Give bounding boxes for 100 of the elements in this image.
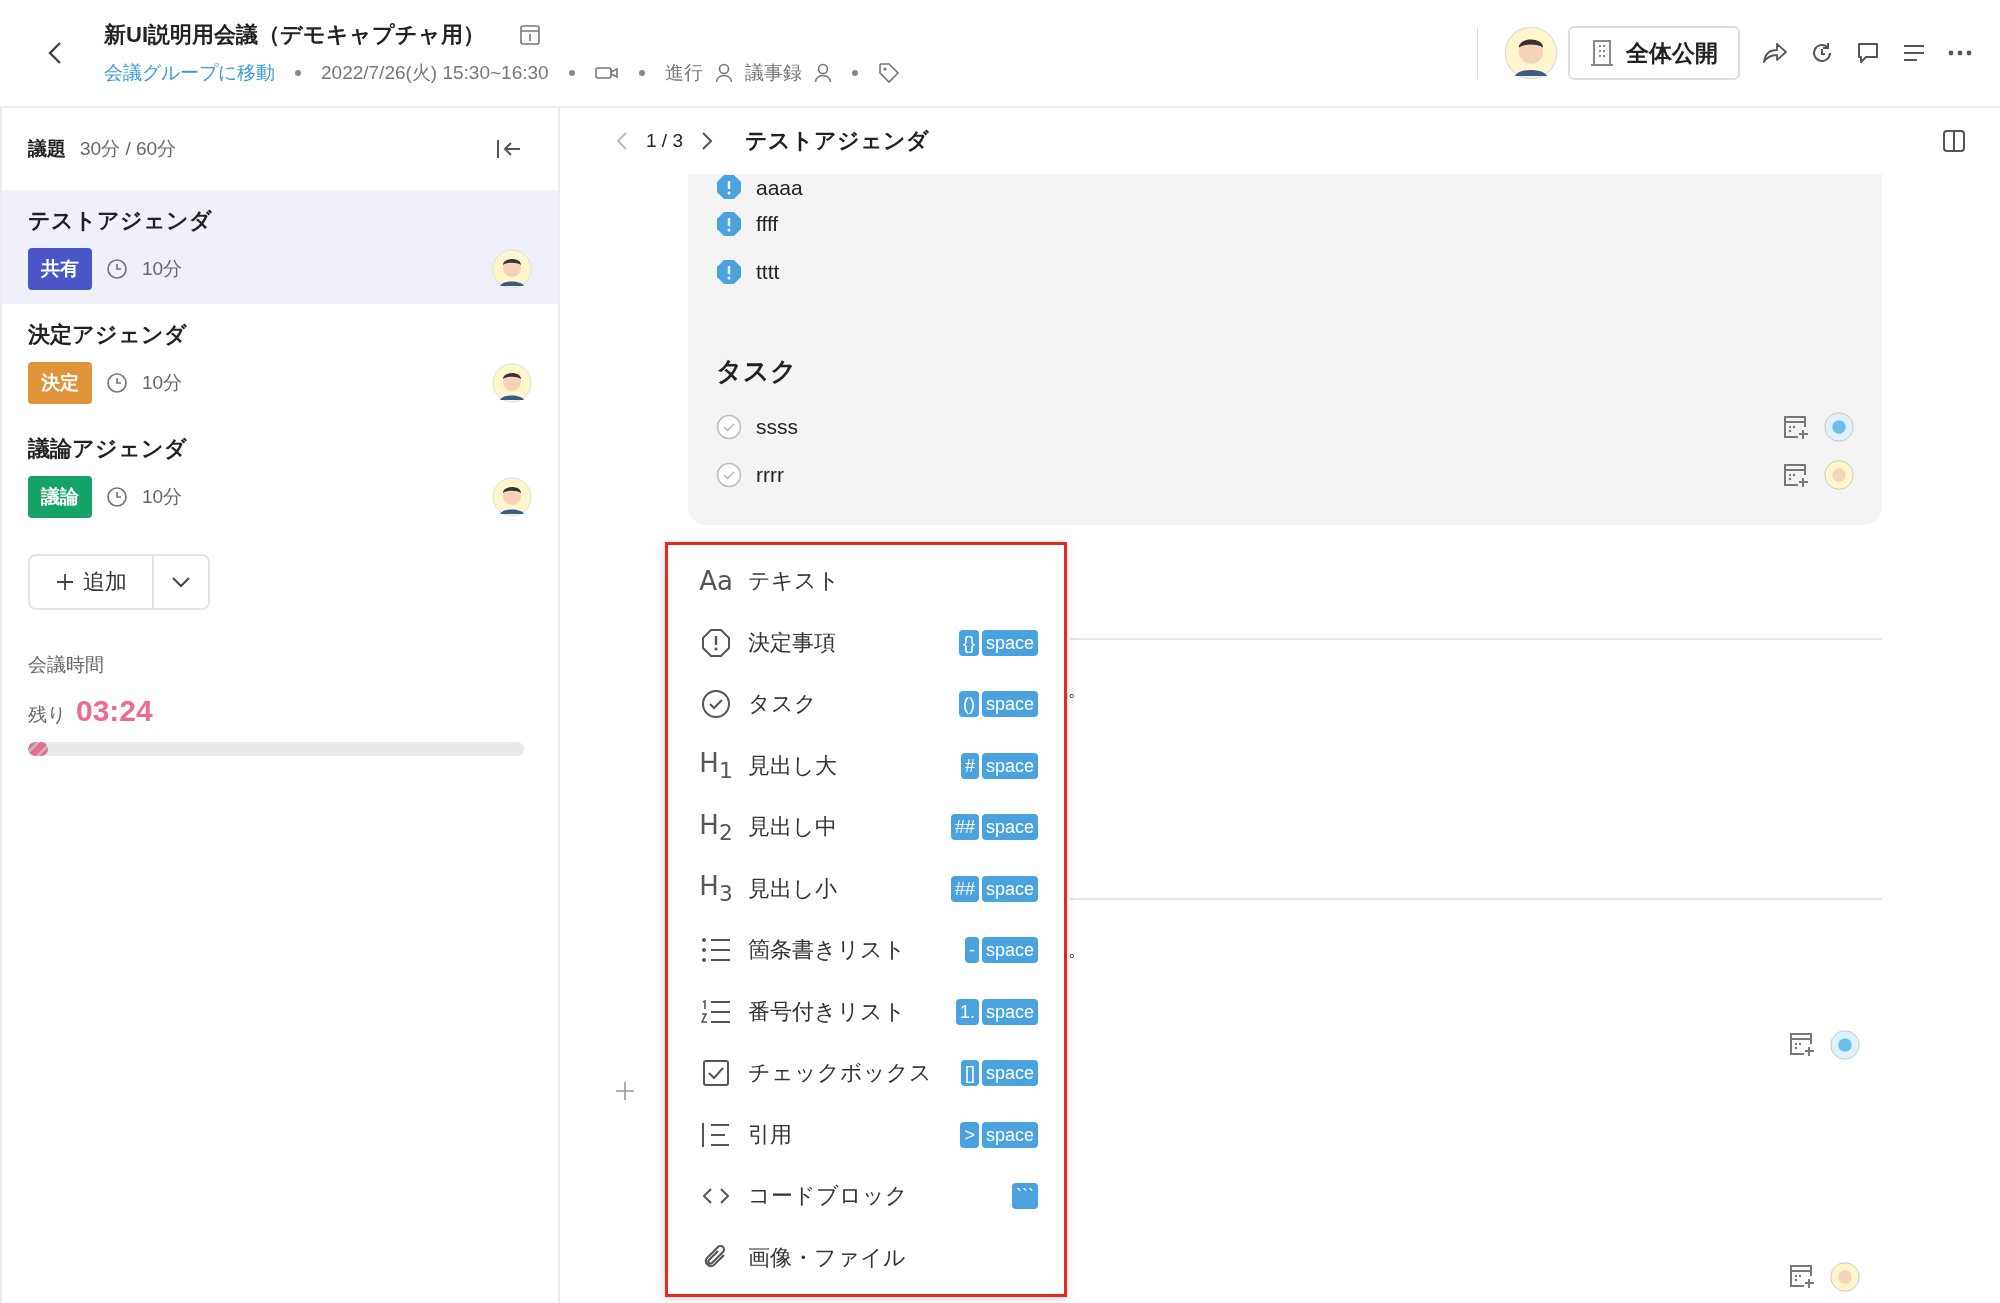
menu-item[interactable]: タスク () space — [698, 676, 1038, 733]
visibility-button[interactable]: 全体公開 — [1568, 26, 1740, 80]
menu-item[interactable]: コードブロック ``` — [698, 1168, 1038, 1225]
avatar — [492, 363, 532, 403]
task-check-icon[interactable] — [716, 414, 742, 440]
task-text: ssss — [756, 415, 798, 439]
menu-item[interactable]: 引用 > space — [698, 1106, 1038, 1163]
decision-text: ffff — [756, 212, 779, 236]
history-icon[interactable] — [1810, 41, 1834, 65]
person-icon[interactable] — [813, 63, 832, 83]
decision-icon — [716, 211, 742, 237]
decision-icon — [701, 627, 731, 658]
agenda-duration: 10分 — [142, 371, 183, 395]
menu-item[interactable]: H$_{2}$ 見出し中 ## space — [698, 799, 1038, 856]
agenda-title: テストアジェンダ — [745, 127, 929, 155]
clock-icon — [106, 372, 128, 394]
agenda-tag: 決定 — [28, 362, 92, 404]
shortcut-key: space — [981, 752, 1038, 779]
menu-item[interactable]: 画像・ファイル — [698, 1229, 1038, 1286]
facilitator-label: 進行 — [664, 61, 703, 85]
next-icon[interactable] — [701, 131, 713, 151]
text-fragment: 。 — [1068, 679, 1087, 702]
menu-item[interactable]: H$_{1}$ 見出し大 # space — [698, 737, 1038, 794]
shortcut-key: () — [958, 691, 979, 718]
meeting-time-label: 会議時間 — [28, 653, 105, 677]
shortcut-key: space — [981, 998, 1038, 1025]
share-icon[interactable] — [1762, 41, 1788, 65]
menu-item[interactable]: 番号付きリスト 1. space — [698, 983, 1038, 1040]
more-icon[interactable] — [1948, 50, 1972, 56]
remaining-label: 残り — [28, 703, 66, 727]
calendar-add-icon[interactable] — [1782, 413, 1810, 441]
tag-icon[interactable] — [877, 62, 900, 84]
avatar — [1824, 460, 1854, 490]
shortcut-key: ## — [950, 814, 979, 841]
menu-item[interactable]: H$_{3}$ 見出し小 ## space — [698, 860, 1038, 917]
agenda-duration: 10分 — [142, 485, 183, 509]
menu-icon[interactable] — [1902, 43, 1926, 63]
shortcut-key: ``` — [1012, 1183, 1038, 1210]
shortcut-key: > — [960, 1121, 979, 1148]
shortcut-key: space — [981, 1121, 1038, 1148]
time-summary: 30分 / 60分 — [80, 137, 177, 161]
decision-text: aaaa — [756, 176, 803, 200]
menu-item[interactable]: 箇条書きリスト - space — [698, 922, 1038, 979]
shortcut-key: ## — [950, 875, 979, 902]
video-camera-icon[interactable] — [594, 65, 619, 81]
task-check-icon[interactable] — [716, 462, 742, 488]
agenda-tag: 議論 — [28, 476, 92, 518]
avatar[interactable] — [1504, 26, 1558, 80]
text-fragment: 。 — [1068, 939, 1087, 962]
back-icon[interactable] — [48, 41, 62, 65]
agenda-item[interactable]: 議論アジェンダ 議論 10分 — [2, 418, 558, 532]
calendar-add-icon[interactable] — [1782, 461, 1810, 489]
decision-icon — [716, 259, 742, 285]
shortcut-key: space — [981, 691, 1038, 718]
avatar — [1824, 412, 1854, 442]
person-icon[interactable] — [714, 63, 733, 83]
shortcut-key: # — [960, 752, 979, 779]
menu-item[interactable]: 決定事項 {} space — [698, 614, 1038, 671]
clock-icon — [106, 258, 128, 280]
format-icon: H$_{1}$ — [699, 748, 733, 784]
clock-icon — [106, 486, 128, 508]
add-agenda-button[interactable]: 追加 — [30, 556, 154, 608]
agenda-tag: 共有 — [28, 248, 92, 290]
calendar-add-icon[interactable] — [1788, 1030, 1816, 1058]
check-circle-icon — [701, 689, 731, 720]
avatar — [492, 249, 532, 289]
minutes-label: 議事録 — [744, 61, 802, 85]
agenda-item[interactable]: 決定アジェンダ 決定 10分 — [2, 304, 558, 418]
agenda-item[interactable]: テストアジェンダ 共有 10分 — [2, 190, 558, 304]
avatar — [1830, 1030, 1860, 1060]
shortcut-key: space — [981, 937, 1038, 964]
checkbox-icon — [702, 1059, 730, 1088]
page-indicator: 1 / 3 — [646, 130, 683, 152]
tasks-heading: タスク — [716, 355, 798, 388]
bullet-list-icon — [701, 937, 731, 964]
menu-item[interactable]: チェックボックス [] space — [698, 1045, 1038, 1102]
chevron-down-icon — [171, 576, 191, 588]
shortcut-key: space — [981, 814, 1038, 841]
remaining-time: 03:24 — [76, 694, 153, 728]
split-view-icon[interactable] — [1942, 129, 1966, 153]
comment-icon[interactable] — [1856, 41, 1880, 65]
meeting-datetime: 2022/7/26(火) 15:30~16:30 — [321, 61, 549, 85]
format-icon: H$_{3}$ — [699, 871, 733, 907]
shortcut-key: space — [981, 1060, 1038, 1087]
building-icon — [1590, 39, 1614, 67]
shortcut-key: {} — [958, 629, 979, 656]
plus-icon — [55, 572, 75, 592]
task-text: rrrr — [756, 463, 784, 487]
collapse-sidebar-icon[interactable] — [496, 138, 522, 160]
agenda-heading: 議題 — [28, 137, 66, 161]
quote-icon — [701, 1121, 731, 1148]
info-panel-icon[interactable] — [519, 24, 541, 46]
format-icon: Aa — [699, 566, 733, 596]
shortcut-key: 1. — [955, 998, 979, 1025]
avatar — [492, 477, 532, 517]
shortcut-key: - — [964, 937, 979, 964]
numbered-list-icon — [701, 998, 731, 1025]
calendar-add-icon[interactable] — [1788, 1262, 1816, 1290]
menu-item[interactable]: Aa テキスト — [698, 553, 1038, 609]
decision-text: tttt — [756, 260, 780, 284]
